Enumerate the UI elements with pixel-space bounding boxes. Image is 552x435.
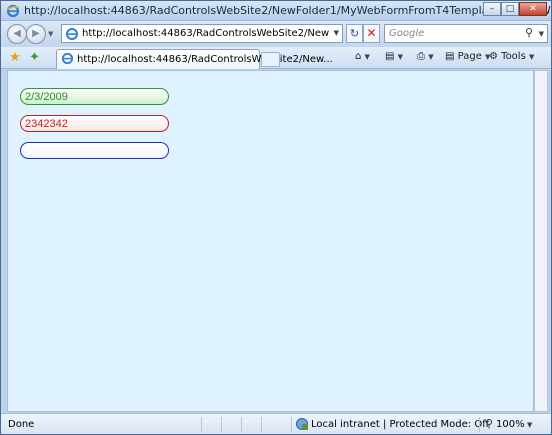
home-button[interactable]: ⌂ ▼: [355, 51, 370, 62]
address-input[interactable]: http://localhost:44863/RadControlsWebSit…: [82, 28, 330, 39]
status-divider: [241, 417, 242, 432]
favorites-star-icon[interactable]: ★: [9, 50, 21, 65]
forward-button[interactable]: ▶: [26, 24, 46, 44]
title-bar: http://localhost:44863/RadControlsWebSit…: [1, 1, 551, 21]
zoom-icon[interactable]: ⚲: [485, 417, 493, 430]
back-arrow-icon: ◀: [13, 28, 21, 39]
vertical-scrollbar[interactable]: [534, 70, 548, 412]
rss-feed-icon: ▤: [385, 51, 395, 62]
status-bar: Done Local intranet | Protected Mode: Of…: [1, 413, 551, 434]
search-dropdown-icon[interactable]: ▼: [539, 30, 544, 38]
page-menu[interactable]: ▤ Page ▼: [445, 51, 490, 62]
navigation-bar: ◀ ▶ ▼ http://localhost:44863/RadControls…: [1, 21, 551, 47]
stop-button[interactable]: ✕: [363, 24, 380, 43]
page-menu-icon: ▤: [445, 51, 455, 62]
status-text: Done: [8, 419, 35, 430]
page-menu-label: Page: [457, 51, 482, 62]
gear-icon: ⚙: [489, 51, 498, 62]
tools-menu-label: Tools: [501, 51, 526, 62]
page-icon: [66, 28, 78, 40]
status-divider: [221, 417, 222, 432]
tab-page-icon: [61, 52, 74, 65]
status-divider: [201, 417, 202, 432]
search-icon[interactable]: ⚲: [525, 26, 533, 39]
search-input[interactable]: Google: [389, 28, 424, 39]
zoom-dropdown-icon[interactable]: ▼: [527, 421, 532, 429]
add-favorites-icon[interactable]: ✦: [29, 50, 40, 65]
security-zone-text[interactable]: Local intranet | Protected Mode: Off: [311, 419, 489, 430]
printer-icon: ⎙: [417, 51, 425, 62]
empty-input[interactable]: [20, 142, 169, 159]
search-box[interactable]: Google ⚲ ▼: [384, 24, 548, 43]
status-divider: [479, 417, 480, 432]
date-input[interactable]: [20, 88, 169, 105]
address-dropdown-icon[interactable]: ▼: [334, 29, 339, 37]
home-icon: ⌂: [355, 51, 362, 62]
back-button[interactable]: ◀: [7, 24, 27, 44]
intranet-zone-icon: [296, 418, 308, 430]
print-button[interactable]: ⎙ ▼: [417, 51, 434, 62]
minimize-button[interactable]: –: [483, 2, 501, 16]
tab-label: http://localhost:44863/RadControlsWebSit…: [77, 54, 333, 65]
window-controls: – □ ✕: [483, 2, 547, 16]
tab-current-page[interactable]: http://localhost:44863/RadControlsWebSit…: [56, 49, 333, 69]
close-button[interactable]: ✕: [519, 2, 547, 16]
address-bar[interactable]: http://localhost:44863/RadControlsWebSit…: [61, 24, 343, 43]
zoom-level[interactable]: 100%: [496, 419, 525, 430]
number-input[interactable]: [20, 115, 169, 132]
page-content: [7, 70, 534, 412]
maximize-button[interactable]: □: [501, 2, 519, 16]
feeds-button[interactable]: ▤ ▼: [385, 51, 403, 62]
browser-window: http://localhost:44863/RadControlsWebSit…: [0, 0, 552, 435]
tools-menu[interactable]: ⚙ Tools ▼: [489, 51, 534, 62]
recent-pages-dropdown-icon[interactable]: ▼: [48, 30, 53, 38]
status-divider: [261, 417, 262, 432]
tab-bar: ★ ✦ http://localhost:44863/RadControlsWe…: [1, 47, 551, 69]
refresh-button[interactable]: ↻: [346, 24, 363, 43]
window-title: http://localhost:44863/RadControlsWebSit…: [24, 4, 551, 17]
status-divider: [291, 417, 292, 432]
forward-arrow-icon: ▶: [32, 28, 40, 39]
ie-logo-icon: [6, 4, 20, 18]
new-tab-button[interactable]: [261, 52, 280, 67]
